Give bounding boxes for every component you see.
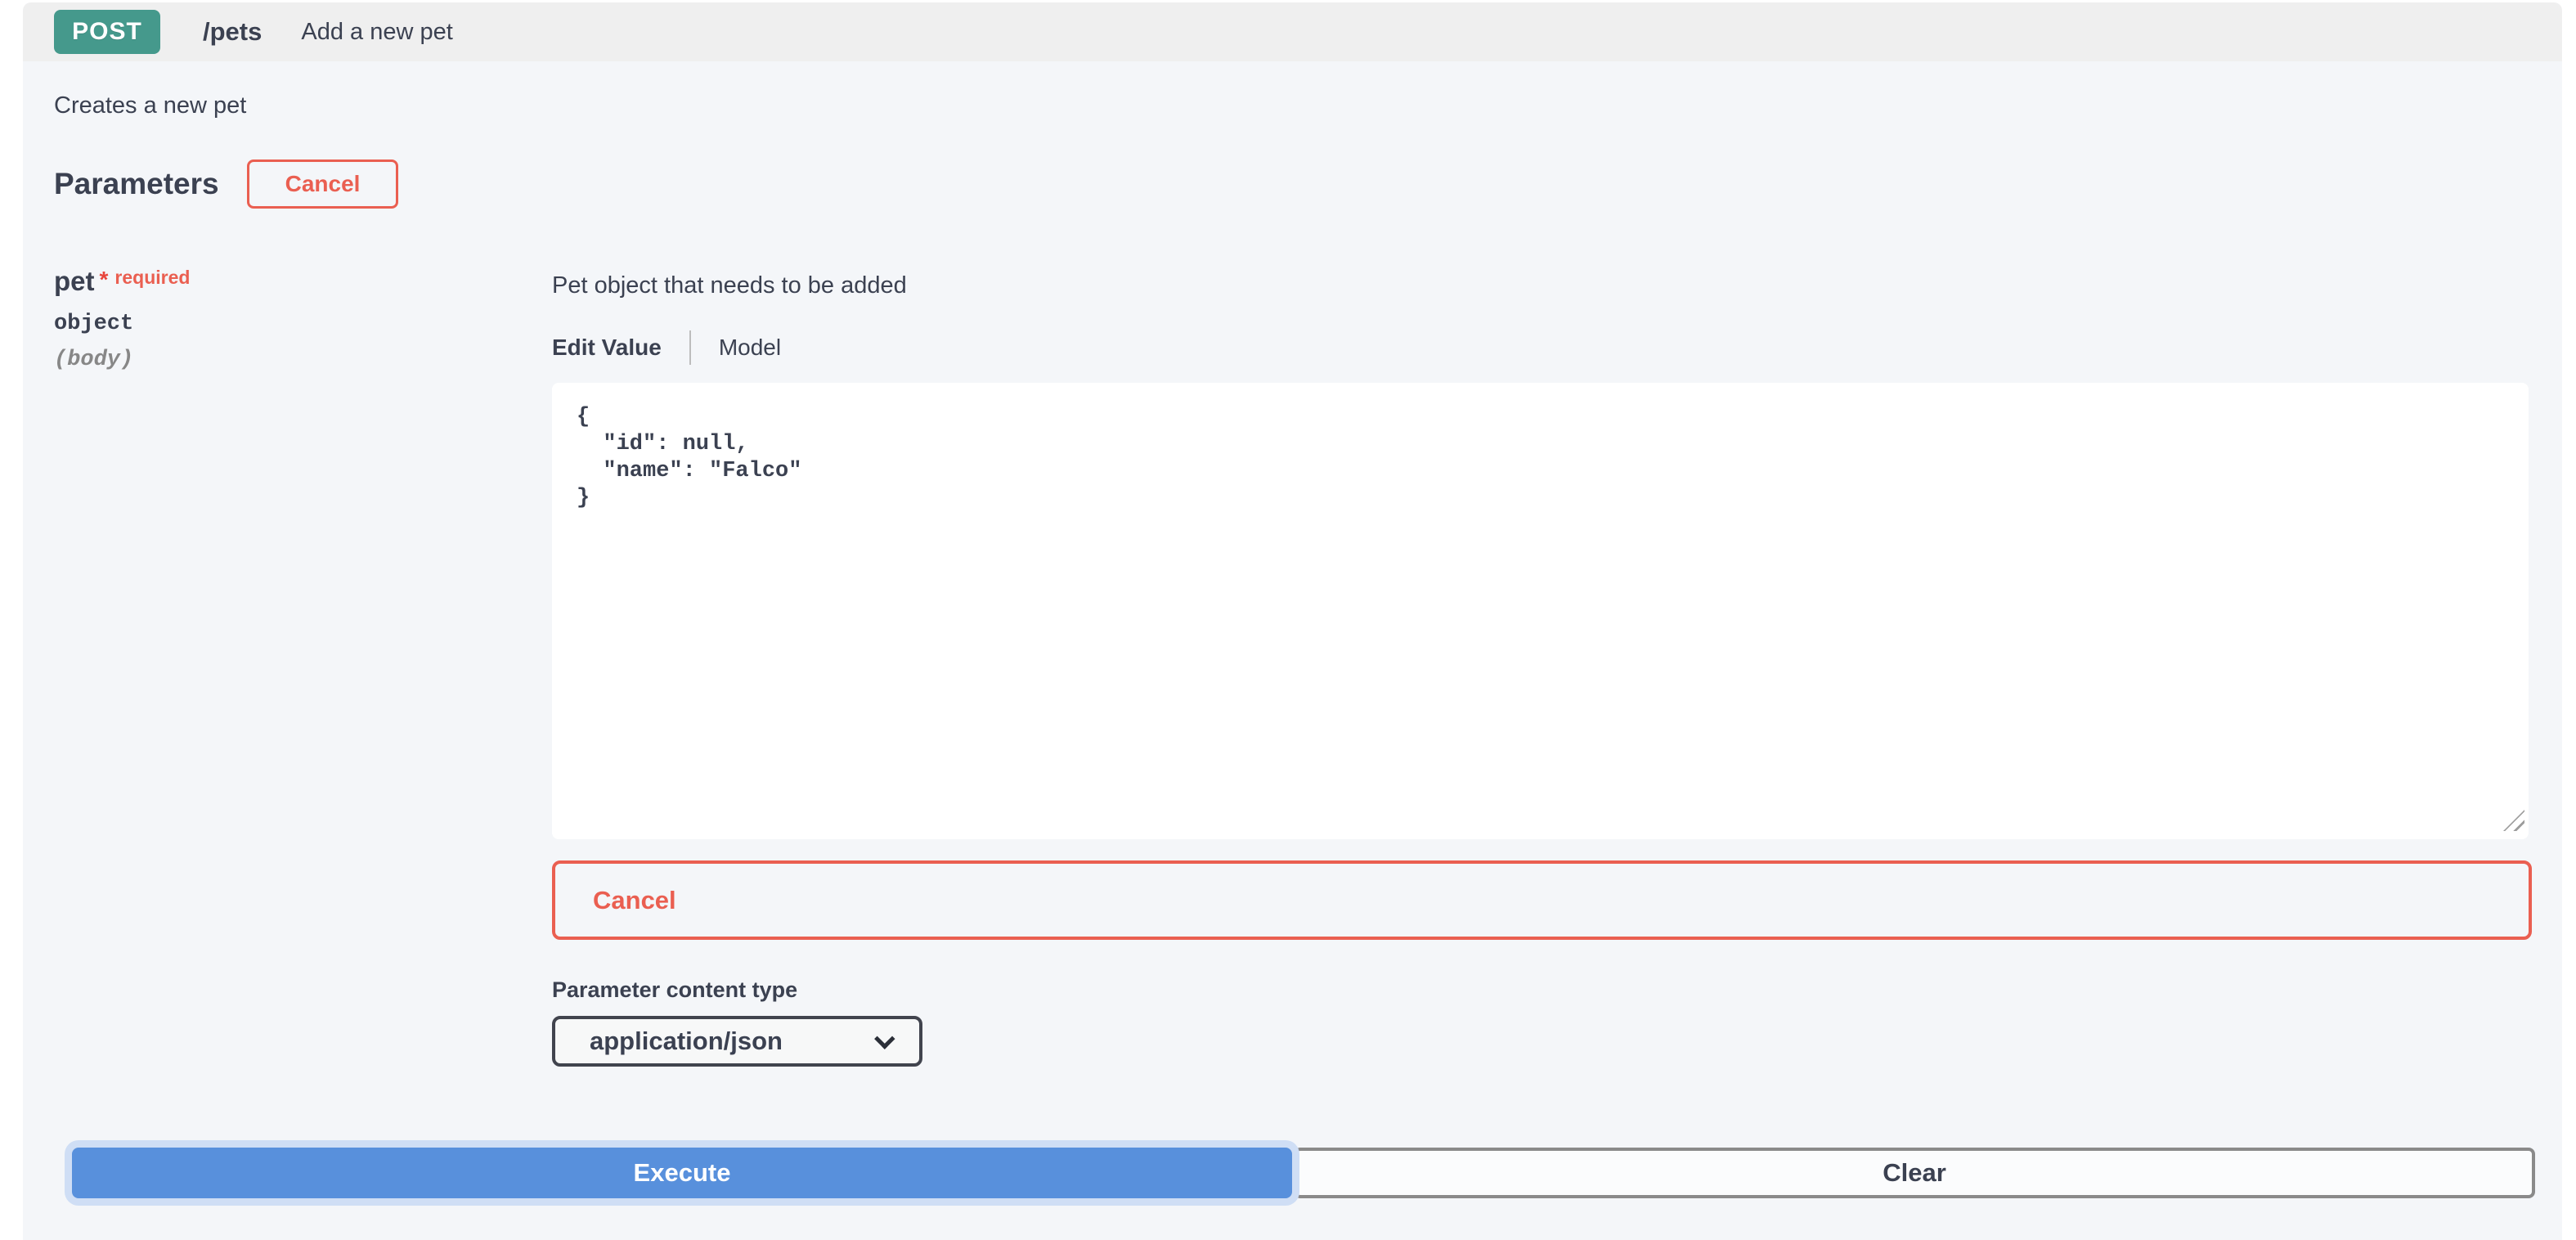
tab-model[interactable]: Model bbox=[719, 335, 781, 361]
parameters-header: Parameters Cancel bbox=[54, 159, 398, 209]
cancel-try-it-out-button[interactable]: Cancel bbox=[247, 159, 399, 209]
tab-edit-value[interactable]: Edit Value bbox=[552, 335, 662, 361]
execute-button[interactable]: Execute bbox=[72, 1148, 1292, 1198]
parameter-location: (body) bbox=[54, 348, 190, 372]
http-method-badge: POST bbox=[54, 10, 160, 54]
endpoint-summary: Add a new pet bbox=[301, 19, 452, 46]
parameter-name-row: pet*required bbox=[54, 266, 190, 297]
endpoint-description: Creates a new pet bbox=[54, 92, 246, 119]
parameter-value-column: Pet object that needs to be added Edit V… bbox=[552, 272, 2531, 1067]
parameter-info-column: pet*required object (body) bbox=[54, 266, 190, 372]
body-editor-container: { "id": null, "name": "Falco" } bbox=[552, 383, 2531, 839]
parameter-description: Pet object that needs to be added bbox=[552, 272, 2531, 299]
operation-block-post-pets: POST /pets Add a new pet Creates a new p… bbox=[23, 2, 2562, 1240]
parameters-title: Parameters bbox=[54, 167, 219, 201]
required-label: required bbox=[114, 267, 190, 288]
operation-summary-bar[interactable]: POST /pets Add a new pet bbox=[23, 2, 2562, 61]
execute-actions-row: Execute Clear bbox=[72, 1148, 2535, 1198]
parameter-name: pet bbox=[54, 266, 95, 296]
clear-button[interactable]: Clear bbox=[1294, 1148, 2535, 1198]
content-type-select[interactable]: application/json bbox=[552, 1016, 922, 1067]
content-type-selected-value: application/json bbox=[590, 1027, 783, 1056]
request-body-textarea[interactable]: { "id": null, "name": "Falco" } bbox=[552, 383, 2529, 839]
tab-divider bbox=[689, 330, 691, 365]
chevron-down-icon bbox=[874, 1028, 895, 1049]
content-type-label: Parameter content type bbox=[552, 977, 2531, 1003]
cancel-edit-button[interactable]: Cancel bbox=[552, 860, 2532, 940]
parameter-type: object bbox=[54, 312, 190, 336]
required-asterisk: * bbox=[100, 267, 109, 292]
endpoint-path: /pets bbox=[203, 17, 262, 47]
body-editor-tabs: Edit Value Model bbox=[552, 330, 2531, 365]
